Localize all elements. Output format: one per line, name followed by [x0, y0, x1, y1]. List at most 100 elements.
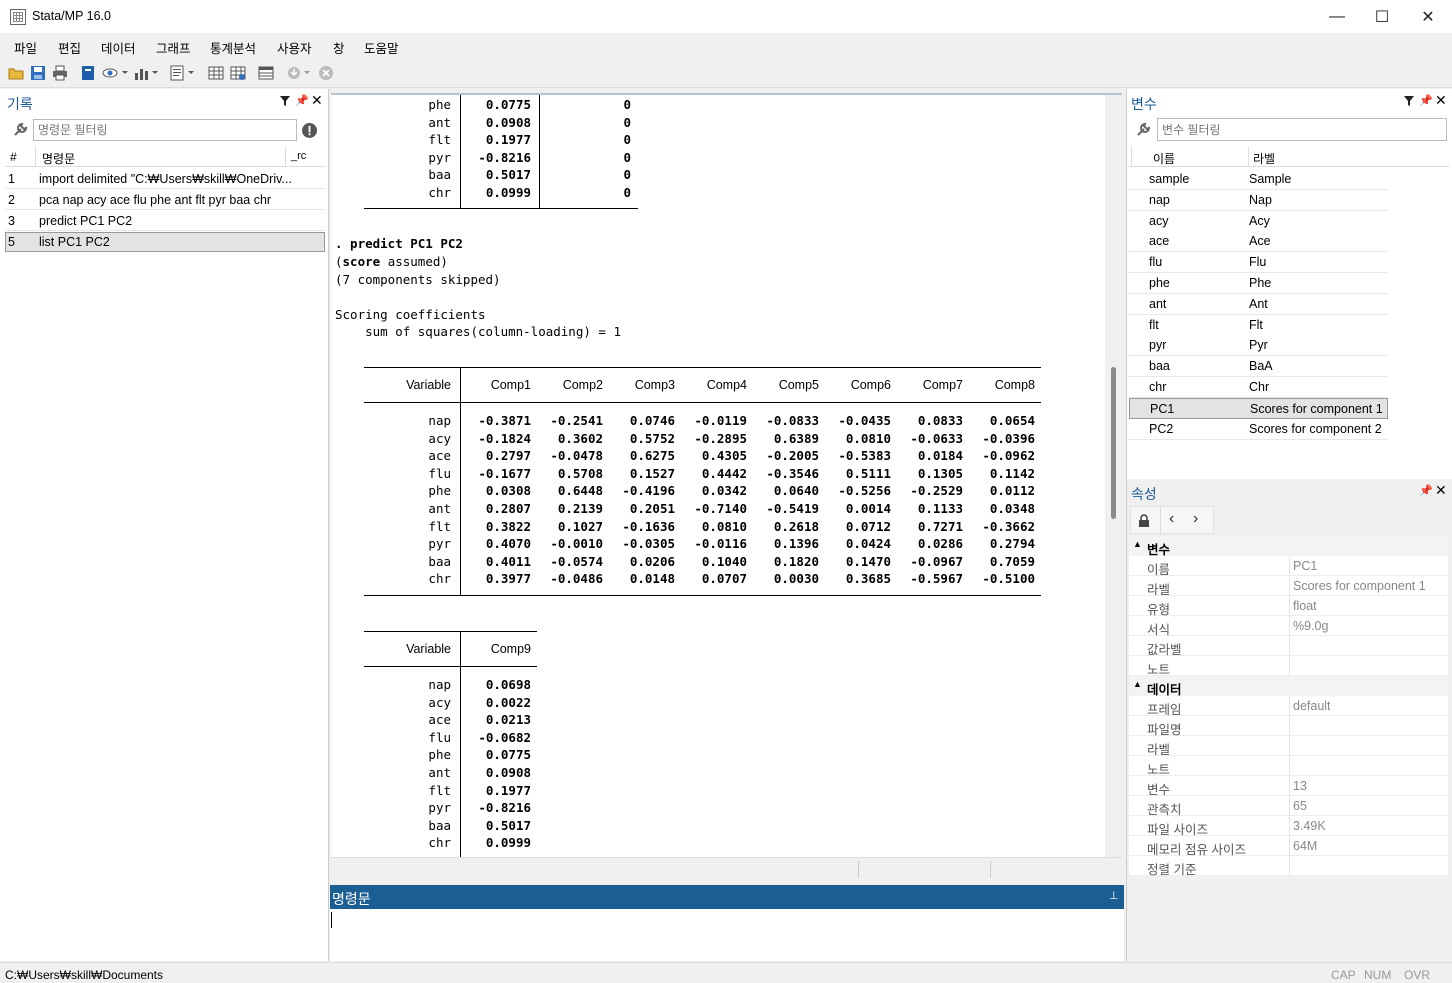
more-icon[interactable] [286, 65, 312, 81]
menu-edit[interactable]: 편집 [58, 38, 81, 57]
results-window[interactable]: phe 0.0775 0 ant 0.0908 0 flt 0.1977 0 pyr -0.8216… [331, 93, 1122, 857]
property-row[interactable]: 파일명 [1129, 716, 1448, 737]
maximize-button[interactable]: ☐ [1359, 0, 1405, 33]
menu-statistics[interactable]: 통계분석 [210, 38, 256, 57]
variables-manager-icon[interactable] [258, 65, 274, 81]
prop-section-variable[interactable]: ▲ 변수 [1129, 536, 1448, 557]
variable-filter-input[interactable] [1157, 118, 1447, 141]
table-cell: 0.1027 [557, 518, 603, 534]
variable-row[interactable]: PC1 Scores for component 1 [1129, 397, 1388, 419]
prev-icon[interactable]: ‹ [1169, 510, 1174, 528]
history-row[interactable]: 3 predict PC1 PC2 [5, 211, 325, 231]
prop-section-data[interactable]: ▲ 데이터 [1129, 676, 1448, 697]
history-filter-input[interactable] [33, 119, 297, 141]
table-cell: -0.3871 [478, 413, 531, 428]
property-value: float [1293, 599, 1317, 613]
property-row[interactable]: 변수 13 [1129, 776, 1448, 797]
variable-row[interactable]: ace Ace [1129, 231, 1388, 253]
property-row[interactable]: 프레임 default [1129, 696, 1448, 717]
history-row[interactable]: 2 pca nap acy ace flu phe ant flt pyr baa… [5, 190, 325, 210]
variable-row[interactable]: sample Sample [1129, 169, 1388, 190]
menu-user[interactable]: 사용자 [277, 38, 312, 57]
viewer-icon[interactable] [102, 65, 128, 81]
property-row[interactable]: 파일 사이즈 3.49K [1129, 816, 1448, 837]
variable-row[interactable]: pyr Pyr [1129, 335, 1388, 357]
property-row[interactable]: 관측치 65 [1129, 796, 1448, 817]
log-icon[interactable] [80, 65, 96, 81]
history-col-rc[interactable]: _rc [291, 150, 306, 162]
variable-row[interactable]: flt Flt [1129, 314, 1388, 336]
table-row-label: nap [428, 677, 451, 692]
history-row[interactable]: 1 import delimited "C:₩Users₩skill₩OneDri… [5, 169, 325, 189]
data-editor-browse-icon[interactable] [230, 65, 246, 81]
property-row[interactable]: 라벨 [1129, 736, 1448, 757]
property-row[interactable]: 노트 [1129, 756, 1448, 777]
results-scrollbar[interactable] [1105, 95, 1122, 857]
variable-name: ace [1149, 234, 1170, 249]
table-cell: 0.7271 [917, 518, 963, 534]
menu-help[interactable]: 도움말 [364, 38, 399, 57]
do-file-editor-icon[interactable] [170, 65, 196, 81]
history-col-num[interactable]: # [10, 150, 17, 164]
variable-row[interactable]: acy Acy [1129, 210, 1388, 232]
text-cursor [331, 912, 332, 928]
variable-name: sample [1149, 172, 1190, 186]
property-row[interactable]: 노트 [1129, 656, 1448, 677]
save-icon[interactable] [30, 65, 46, 81]
close-button[interactable]: ✕ [1405, 0, 1451, 33]
menu-graphics[interactable]: 그래프 [156, 38, 191, 57]
command-input[interactable] [330, 909, 1124, 961]
graph-icon[interactable] [134, 65, 160, 81]
variables-col-name[interactable]: 이름 [1153, 150, 1175, 167]
property-row[interactable]: 유형 float [1129, 596, 1448, 617]
variable-row[interactable]: PC2 Scores for component 2 [1129, 418, 1388, 440]
variable-row[interactable]: flu Flu [1129, 252, 1388, 274]
variables-close-icon[interactable]: ✕ [1435, 92, 1447, 109]
command-pin-icon[interactable]: ⊥ [1109, 889, 1119, 902]
table-header-comp: Comp4 [706, 378, 747, 392]
table-cell: -0.7140 [694, 501, 747, 516]
table-cell: 0.0148 [629, 571, 675, 587]
property-row[interactable]: 메모리 점유 사이즈 64M [1129, 836, 1448, 857]
minimize-button[interactable]: — [1314, 0, 1360, 33]
filter-icon[interactable] [1404, 96, 1414, 106]
table-cell: -0.4196 [622, 483, 675, 499]
property-row[interactable]: 이름 PC1 [1129, 556, 1448, 577]
variable-row[interactable]: chr Chr [1129, 377, 1388, 398]
print-icon[interactable] [52, 65, 68, 81]
property-row[interactable]: 라벨 Scores for component 1 [1129, 576, 1448, 597]
variable-row[interactable]: phe Phe [1129, 273, 1388, 294]
alert-icon[interactable] [302, 123, 317, 138]
history-row-selected[interactable]: 5 list PC1 PC2 [5, 232, 325, 252]
break-icon[interactable] [318, 65, 334, 81]
table-cell: -0.0967 [910, 553, 963, 569]
property-row[interactable]: 서식 %9.0g [1129, 616, 1448, 637]
pin-icon[interactable]: 📌 [1419, 484, 1433, 497]
pin-icon[interactable]: 📌 [295, 94, 309, 107]
variable-row[interactable]: ant Ant [1129, 293, 1388, 315]
lock-icon[interactable] [1138, 514, 1150, 527]
scrollbar-thumb[interactable] [1111, 367, 1116, 519]
menu-data[interactable]: 데이터 [101, 38, 136, 57]
menu-file[interactable]: 파일 [14, 38, 37, 57]
variables-col-label[interactable]: 라벨 [1253, 150, 1275, 167]
variable-label: Ant [1249, 296, 1268, 311]
pin-icon[interactable]: 📌 [1419, 94, 1433, 107]
toolbar [0, 58, 1452, 88]
properties-close-icon[interactable]: ✕ [1435, 482, 1447, 499]
table-cell: -0.2895 [694, 430, 747, 446]
history-col-cmd[interactable]: 명령문 [42, 150, 75, 167]
history-close-icon[interactable]: ✕ [311, 92, 323, 109]
variable-row[interactable]: nap Nap [1129, 189, 1388, 211]
next-icon[interactable]: › [1193, 510, 1198, 528]
data-editor-edit-icon[interactable] [208, 65, 224, 81]
open-folder-icon[interactable] [8, 65, 24, 81]
filter-icon[interactable] [280, 96, 290, 106]
variable-row[interactable]: baa BaA [1129, 356, 1388, 378]
property-row[interactable]: 정렬 기준 [1129, 856, 1448, 877]
property-row[interactable]: 값라벨 [1129, 636, 1448, 657]
menu-window[interactable]: 창 [333, 38, 345, 57]
table-row-label: flt [428, 782, 451, 798]
table-cell: 0.1396 [773, 536, 819, 552]
table-cell: 0.0999 [485, 835, 531, 851]
